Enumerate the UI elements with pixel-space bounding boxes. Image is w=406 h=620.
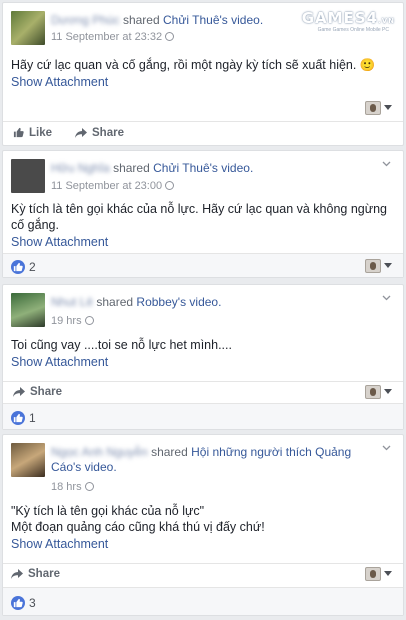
post-message: Hãy cứ lạc quan và cố gắng, rồi một ngày… <box>11 58 376 72</box>
avatar[interactable] <box>11 11 45 45</box>
share-button[interactable]: Share <box>13 386 62 398</box>
globe-icon <box>165 32 175 41</box>
author-name[interactable]: Ngọc Anh Nguyễn <box>51 445 148 459</box>
globe-icon <box>84 316 94 325</box>
post-title: Ngọc Anh Nguyễn shared Hội những người t… <box>51 445 352 474</box>
author-name[interactable]: Hữu Nghĩa <box>51 161 110 175</box>
shared-page-link[interactable]: Robbey <box>136 295 177 309</box>
timestamp[interactable]: 18 hrs <box>51 481 94 494</box>
divider <box>3 381 403 382</box>
post-message: Một đoạn quảng cáo cũng khá thú vị đấy c… <box>11 520 265 534</box>
post-message: Kỳ tích là tên gọi khác của nỗ lực. Hãy … <box>11 202 388 232</box>
show-attachment-link[interactable]: Show Attachment <box>11 235 108 249</box>
like-reaction-icon <box>11 260 25 274</box>
post-header: Hữu Nghĩa shared Chửi Thuê's video. 11 S… <box>11 159 395 195</box>
reaction-selector[interactable] <box>365 259 395 273</box>
chevron-down-icon[interactable] <box>382 295 391 304</box>
post-card-1: GAMES4.VN Game Games Online Mobile PC Dư… <box>2 2 404 146</box>
reactions-footer: 2 <box>3 253 403 277</box>
reaction-count[interactable]: 2 <box>11 258 36 276</box>
profile-picker-icon <box>365 567 381 581</box>
globe-icon <box>84 482 94 491</box>
post-header: Dương Phúc shared Chửi Thuê's video. 11 … <box>11 11 395 47</box>
share-button[interactable]: Share <box>75 127 124 139</box>
reaction-selector[interactable] <box>365 567 395 581</box>
chevron-down-icon[interactable] <box>382 445 391 454</box>
author-name[interactable]: Dương Phúc <box>51 13 120 27</box>
timestamp[interactable]: 11 September at 23:00 <box>51 180 175 193</box>
caret-down-icon <box>384 263 392 268</box>
caret-down-icon <box>384 105 392 110</box>
chevron-down-icon[interactable] <box>382 161 391 170</box>
divider <box>3 563 403 564</box>
avatar[interactable] <box>11 159 45 193</box>
post-title: Nhut Lê shared Robbey's video. <box>51 295 222 309</box>
post-header: Ngọc Anh Nguyễn shared Hội những người t… <box>11 443 395 493</box>
reactions-footer: 3 <box>3 587 403 615</box>
thumbs-up-icon <box>13 127 24 138</box>
show-attachment-link[interactable]: Show Attachment <box>11 537 108 551</box>
share-button[interactable]: Share <box>11 568 60 580</box>
post-message: Toi cũng vay ....toi se nỗ lực het mình.… <box>11 338 232 352</box>
reaction-selector[interactable] <box>365 101 395 115</box>
show-attachment-link[interactable]: Show Attachment <box>11 355 108 369</box>
post-title: Hữu Nghĩa shared Chửi Thuê's video. <box>51 161 254 175</box>
post-header: Nhut Lê shared Robbey's video. 19 hrs <box>11 293 395 329</box>
profile-picker-icon <box>365 101 381 115</box>
post-card-3: Nhut Lê shared Robbey's video. 19 hrs To… <box>2 284 404 430</box>
share-arrow-icon <box>75 128 87 138</box>
caret-down-icon <box>384 571 392 576</box>
avatar[interactable] <box>11 443 45 477</box>
post-card-2: Hữu Nghĩa shared Chửi Thuê's video. 11 S… <box>2 150 404 278</box>
post-card-4: Ngọc Anh Nguyễn shared Hội những người t… <box>2 434 404 616</box>
profile-picker-icon <box>365 259 381 273</box>
share-arrow-icon <box>13 387 25 397</box>
author-name[interactable]: Nhut Lê <box>51 295 93 309</box>
timestamp[interactable]: 11 September at 23:32 <box>51 31 175 44</box>
reaction-count[interactable]: 3 <box>11 594 36 612</box>
like-reaction-icon <box>11 411 25 425</box>
globe-icon <box>165 181 175 190</box>
post-message-quote: "Kỳ tích là tên gọi khác của nỗ lực" <box>11 504 205 518</box>
reactions-footer: 1 <box>3 403 403 429</box>
show-attachment-link[interactable]: Show Attachment <box>11 75 108 89</box>
timestamp[interactable]: 19 hrs <box>51 315 94 328</box>
divider <box>3 121 403 122</box>
shared-page-link[interactable]: Chửi Thuê <box>153 161 210 175</box>
reaction-selector[interactable] <box>365 385 395 399</box>
profile-picker-icon <box>365 385 381 399</box>
post-title: Dương Phúc shared Chửi Thuê's video. <box>51 13 264 27</box>
share-arrow-icon <box>11 569 23 579</box>
like-reaction-icon <box>11 596 25 610</box>
shared-page-link[interactable]: Chửi Thuê <box>163 13 220 27</box>
avatar[interactable] <box>11 293 45 327</box>
like-button[interactable]: Like <box>13 127 52 139</box>
caret-down-icon <box>384 389 392 394</box>
reaction-count[interactable]: 1 <box>11 409 36 427</box>
